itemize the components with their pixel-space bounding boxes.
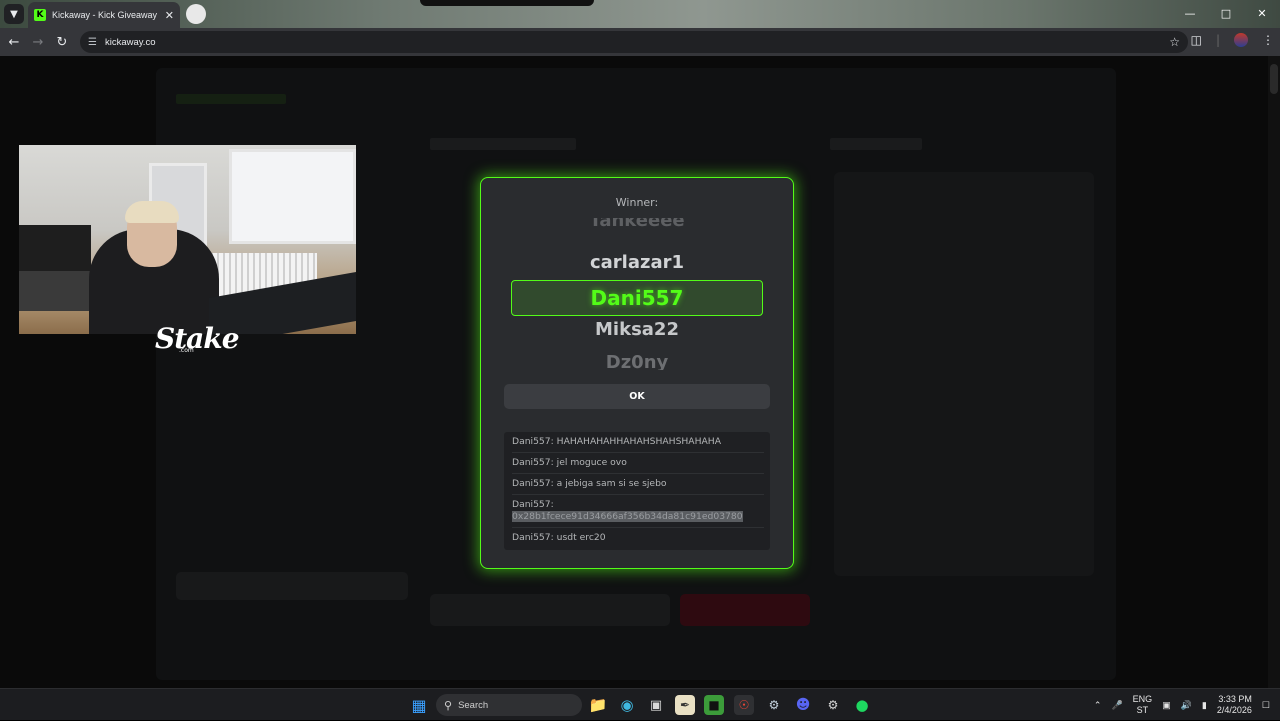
network-icon[interactable]: ▣: [1162, 700, 1171, 711]
search-placeholder: Search: [458, 699, 489, 711]
ok-button[interactable]: OK: [504, 384, 770, 409]
steam-icon[interactable]: ⚙: [764, 695, 784, 715]
dimmed-logo: [176, 94, 286, 104]
extensions-icon[interactable]: ◫: [1191, 33, 1202, 47]
bookmark-star-icon[interactable]: ☆: [1169, 35, 1180, 49]
battery-icon[interactable]: ▮: [1202, 700, 1207, 711]
dimmed-red-button: [680, 594, 810, 626]
address-bar[interactable]: ☰ kickaway.co ☆: [80, 31, 1188, 53]
profile-avatar[interactable]: [1234, 33, 1248, 47]
file-explorer-icon[interactable]: 📁: [588, 695, 608, 715]
close-window-icon[interactable]: ✕: [1244, 0, 1280, 26]
new-tab-button[interactable]: [186, 4, 206, 24]
reel-name: Miksa22: [595, 319, 679, 340]
kick-favicon-icon: K: [34, 9, 46, 21]
taskbar-search[interactable]: ⚲ Search: [436, 694, 582, 716]
lang-top: ENG: [1132, 694, 1153, 704]
back-arrow-icon[interactable]: ←: [6, 34, 22, 50]
chat-user: Dani557: [512, 457, 551, 468]
minimize-icon[interactable]: —: [1172, 0, 1208, 26]
minecraft-icon[interactable]: ■: [704, 695, 724, 715]
winner-modal: Winner: Tankeeee carlazar1 Miksa22 Dz0ny…: [480, 177, 794, 569]
lang-bottom: ST: [1136, 705, 1149, 715]
dimmed-participants-heading: [430, 138, 576, 150]
toolbar-actions: ◫ | ⋮: [1191, 33, 1274, 47]
store-icon[interactable]: ▣: [646, 695, 666, 715]
dimmed-winners-panel: [834, 172, 1094, 576]
chat-user: Dani557: [512, 532, 551, 543]
browser-tab-active[interactable]: K Kickaway - Kick Giveaway Tool ✕: [28, 2, 180, 28]
volume-icon[interactable]: 🔊: [1181, 700, 1192, 711]
page-viewport: Stake .com Winner: Tankeeee carlazar1 Mi…: [0, 56, 1280, 688]
camera-notch: [420, 0, 594, 6]
toolbar-divider: |: [1215, 33, 1220, 47]
chat-text: a jebiga sam si se sjebo: [556, 478, 667, 489]
windows-start-icon[interactable]: ▦: [409, 695, 429, 715]
maximize-icon[interactable]: □: [1208, 0, 1244, 26]
site-info-icon[interactable]: ☰: [88, 37, 97, 48]
chat-text: jel moguce ovo: [556, 457, 627, 468]
app-icon[interactable]: ✒: [675, 695, 695, 715]
tab-search-button[interactable]: ▼: [4, 4, 24, 24]
clock-date: 2/4/2026: [1216, 705, 1252, 715]
winner-label: Winner:: [615, 196, 659, 209]
reload-icon[interactable]: ↻: [54, 34, 70, 50]
browser-tab-bar: ▼ K Kickaway - Kick Giveaway Tool ✕ — □ …: [0, 0, 1280, 28]
chat-user: Dani557: [512, 436, 551, 447]
reel-name: Dz0ny: [605, 352, 669, 370]
winner-chat-log: Dani557: HAHAHAHAHHAHAHSHAHSHAHAHA Dani5…: [504, 432, 770, 550]
edge-icon[interactable]: ◉: [617, 695, 637, 715]
chat-text-selected[interactable]: 0x28b1fcece91d34666af356b34da81c91ed0378…: [512, 511, 743, 522]
webcam-hair: [125, 201, 179, 223]
window-controls: — □ ✕: [1172, 0, 1280, 26]
stake-logo: Stake: [155, 322, 240, 355]
tab-title: Kickaway - Kick Giveaway Tool: [52, 10, 159, 20]
chat-message: Dani557: usdt erc20: [512, 532, 606, 543]
tab-close-icon[interactable]: ✕: [165, 9, 174, 22]
chat-text: HAHAHAHAHHAHAHSHAHSHAHAHA: [556, 436, 721, 447]
webcam-tv: [19, 225, 91, 273]
language-indicator[interactable]: ENG ST: [1133, 694, 1153, 716]
webcam-overlay: [19, 145, 356, 334]
dimmed-winners-heading: [830, 138, 922, 150]
stake-logo-sub: .com: [179, 347, 194, 354]
chat-message: Dani557: a jebiga sam si se sjebo: [512, 474, 764, 495]
url-text: kickaway.co: [104, 36, 156, 48]
dimmed-input: [430, 594, 670, 626]
scroll-thumb[interactable]: [1270, 64, 1278, 94]
clock[interactable]: 3:33 PM 2/4/2026: [1217, 694, 1252, 716]
system-tray: ⌃ 🎤 ENG ST ▣ 🔊 ▮ 3:33 PM 2/4/2026 ☐: [1094, 689, 1280, 721]
reel-name: carlazar1: [589, 252, 685, 273]
chat-message: Dani557: HAHAHAHAHHAHAHSHAHSHAHAHA: [512, 432, 764, 453]
browser-toolbar: ← → ↻ ☰ kickaway.co ☆ ◫ | ⋮: [0, 28, 1280, 56]
spotify-icon[interactable]: ●: [852, 695, 872, 715]
chat-text: usdt erc20: [556, 532, 606, 543]
notification-bell-icon[interactable]: ☐: [1262, 700, 1270, 711]
forward-arrow-icon[interactable]: →: [30, 34, 46, 50]
clock-time: 3:33 PM: [1218, 694, 1252, 704]
chevron-up-icon[interactable]: ⌃: [1094, 700, 1102, 711]
webcam-window: [229, 149, 356, 244]
chat-user: Dani557: [512, 478, 551, 489]
search-icon: ⚲: [444, 698, 453, 712]
chat-user: Dani557: [512, 499, 551, 510]
windows-taskbar: ▦ ⚲ Search 📁 ◉ ▣ ✒ ■ ☉ ⚙ ☻ ⚙ ● ⌃ 🎤 ENG S…: [0, 688, 1280, 720]
microphone-icon[interactable]: 🎤: [1111, 700, 1122, 711]
dimmed-button: [176, 572, 408, 600]
chrome-icon[interactable]: ☉: [734, 695, 754, 715]
settings-icon[interactable]: ⚙: [823, 695, 843, 715]
winner-highlight: Dani557: [511, 280, 763, 316]
chat-message: Dani557: 0x28b1fcece91d34666af356b34da81…: [512, 495, 764, 528]
reel-name: Tankeeee: [589, 218, 685, 231]
menu-kebab-icon[interactable]: ⋮: [1262, 33, 1274, 47]
chat-message: Dani557: jel moguce ovo: [512, 453, 764, 474]
page-scrollbar[interactable]: [1268, 56, 1280, 688]
discord-icon[interactable]: ☻: [793, 695, 813, 715]
